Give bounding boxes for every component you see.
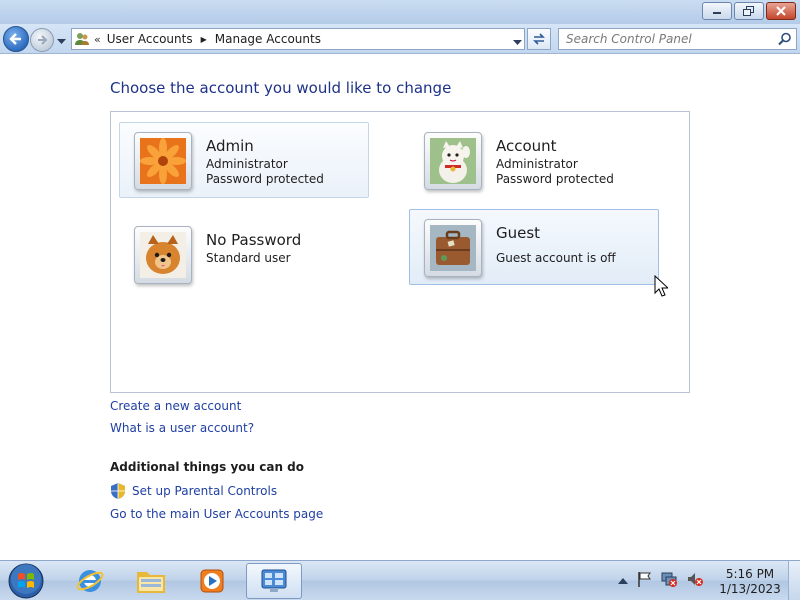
address-bar[interactable]: « User Accounts ▶ Manage Accounts xyxy=(71,28,525,50)
account-type: Administrator xyxy=(206,157,288,171)
puppy-picture-icon xyxy=(140,232,186,278)
account-tile-guest[interactable]: Guest Guest account is off xyxy=(409,209,659,285)
parental-controls-link[interactable]: Set up Parental Controls xyxy=(132,484,277,498)
account-name: Account xyxy=(496,137,557,155)
taskbar: 5:16 PM 1/13/2023 xyxy=(0,560,800,600)
back-arrow-icon xyxy=(9,33,21,45)
mouse-cursor-icon xyxy=(654,274,670,300)
account-type: Guest account is off xyxy=(496,251,616,265)
flag-icon xyxy=(638,572,651,587)
main-user-accounts-page-link[interactable]: Go to the main User Accounts page xyxy=(110,507,323,521)
system-tray xyxy=(618,571,704,590)
minimize-button[interactable] xyxy=(702,2,732,20)
folder-icon xyxy=(137,572,165,593)
account-status: Password protected xyxy=(206,172,324,186)
show-hidden-icons-button[interactable] xyxy=(618,574,628,588)
refresh-icon xyxy=(533,33,545,45)
account-tile-account[interactable]: Account Administrator Password protected xyxy=(409,122,659,198)
accounts-panel: Admin Administrator Password protected A… xyxy=(110,111,690,393)
refresh-button[interactable] xyxy=(527,28,551,50)
taskbar-internet-explorer[interactable] xyxy=(62,563,118,599)
page-title: Choose the account you would like to cha… xyxy=(110,79,452,97)
clock-date: 1/13/2023 xyxy=(719,582,781,596)
account-picture xyxy=(424,219,482,277)
window-controls xyxy=(702,2,796,20)
network-disconnected-icon xyxy=(661,572,677,587)
search-input[interactable] xyxy=(559,29,769,49)
restore-button[interactable] xyxy=(734,2,764,20)
chevron-down-icon xyxy=(513,40,522,45)
windows-orb-icon xyxy=(8,563,44,599)
double-chevron-icon[interactable]: « xyxy=(94,33,101,46)
suitcase-picture-icon xyxy=(430,225,476,271)
volume-icon[interactable] xyxy=(686,571,704,590)
account-type: Standard user xyxy=(206,251,291,265)
content-area: Choose the account you would like to cha… xyxy=(0,55,800,560)
show-desktop-button[interactable] xyxy=(788,561,800,600)
account-status: Password protected xyxy=(496,172,614,186)
search-box xyxy=(558,28,797,50)
account-type: Administrator xyxy=(496,157,578,171)
lucky-cat-picture-icon xyxy=(430,138,476,184)
additional-things-heading: Additional things you can do xyxy=(110,460,305,474)
account-picture xyxy=(134,132,192,190)
start-button[interactable] xyxy=(6,561,46,600)
account-picture xyxy=(424,132,482,190)
action-center-icon[interactable] xyxy=(636,571,652,590)
volume-muted-icon xyxy=(688,573,703,586)
forward-arrow-icon xyxy=(38,35,48,45)
address-dropdown-button[interactable] xyxy=(513,35,522,49)
orange-flower-picture-icon xyxy=(140,138,186,184)
forward-button[interactable] xyxy=(30,28,54,52)
taskbar-media-player[interactable] xyxy=(184,563,240,599)
account-tile-no-password[interactable]: No Password Standard user xyxy=(119,216,369,292)
network-icon[interactable] xyxy=(660,571,678,590)
chevron-up-icon xyxy=(618,577,628,584)
title-bar xyxy=(0,0,800,24)
chevron-down-icon xyxy=(57,39,66,44)
close-icon xyxy=(776,6,786,16)
account-picture xyxy=(134,226,192,284)
close-button[interactable] xyxy=(766,2,796,20)
account-name: No Password xyxy=(206,231,302,249)
account-name: Admin xyxy=(206,137,254,155)
restore-icon xyxy=(743,6,754,16)
minimize-icon xyxy=(713,12,721,14)
control-panel-icon xyxy=(261,569,287,592)
back-button[interactable] xyxy=(3,26,29,52)
account-name: Guest xyxy=(496,224,541,242)
account-tile-admin[interactable]: Admin Administrator Password protected xyxy=(119,122,369,198)
taskbar-control-panel[interactable] xyxy=(246,563,302,599)
breadcrumb-manage-accounts[interactable]: Manage Accounts xyxy=(215,32,321,46)
shield-icon xyxy=(110,482,126,503)
clock-time: 5:16 PM xyxy=(725,567,775,581)
navigation-bar: « User Accounts ▶ Manage Accounts xyxy=(0,24,800,54)
what-is-user-account-link[interactable]: What is a user account? xyxy=(110,421,254,435)
taskbar-clock[interactable]: 5:16 PM 1/13/2023 xyxy=(718,567,782,597)
recent-pages-button[interactable] xyxy=(57,34,66,48)
create-new-account-link[interactable]: Create a new account xyxy=(110,399,241,413)
breadcrumb-user-accounts[interactable]: User Accounts xyxy=(107,32,193,46)
search-icon[interactable] xyxy=(778,32,792,49)
media-player-icon xyxy=(200,569,224,593)
internet-explorer-icon xyxy=(76,570,104,592)
breadcrumb-separator-icon[interactable]: ▶ xyxy=(201,35,207,44)
control-panel-users-icon xyxy=(72,31,92,47)
taskbar-windows-explorer[interactable] xyxy=(123,563,179,599)
